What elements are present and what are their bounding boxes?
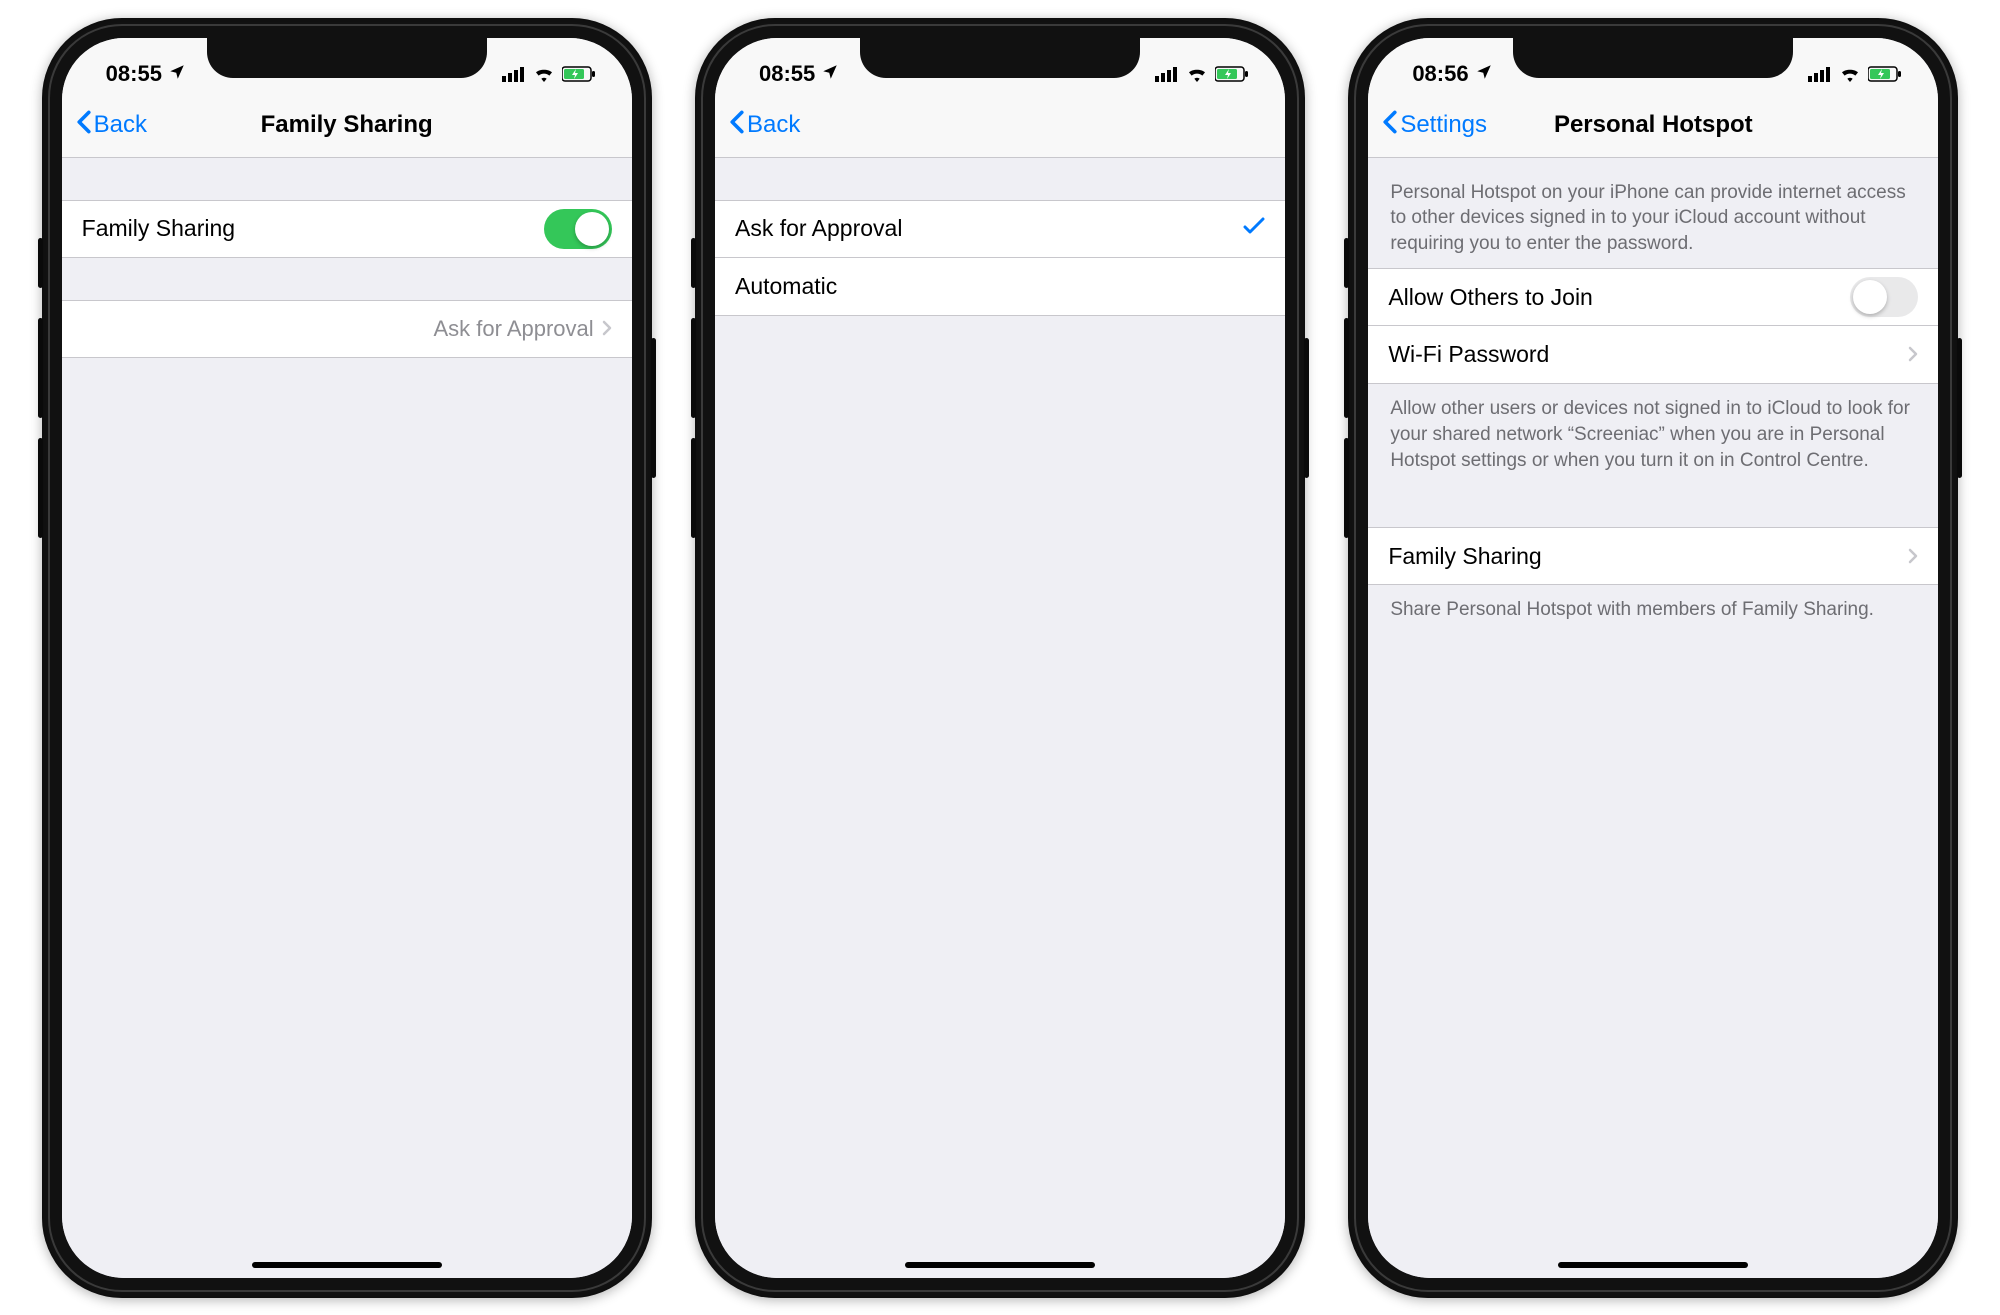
location-icon xyxy=(1475,61,1493,87)
battery-icon xyxy=(1215,66,1249,82)
chevron-left-icon xyxy=(76,110,92,141)
chevron-right-icon xyxy=(1908,543,1918,570)
ask-for-approval-option[interactable]: Ask for Approval xyxy=(715,200,1285,258)
location-icon xyxy=(168,61,186,87)
back-button[interactable]: Settings xyxy=(1382,110,1487,141)
family-sharing-row[interactable]: Family Sharing xyxy=(1368,527,1938,585)
back-button[interactable]: Back xyxy=(729,110,800,141)
cellular-icon xyxy=(1808,66,1832,82)
location-icon xyxy=(821,61,839,87)
phone-frame-3: 08:56 Settings Personal Hotspot Personal… xyxy=(1348,18,1958,1298)
nav-title: Family Sharing xyxy=(62,111,632,139)
battery-icon xyxy=(1868,66,1902,82)
back-label: Settings xyxy=(1400,111,1487,139)
notch xyxy=(207,38,487,78)
notch xyxy=(860,38,1140,78)
allow-others-row[interactable]: Allow Others to Join xyxy=(1368,268,1938,326)
cellular-icon xyxy=(1155,66,1179,82)
wifi-icon xyxy=(1186,66,1208,82)
status-time: 08:55 xyxy=(759,61,815,87)
phone-frame-2: 08:55 Back Ask for Approval xyxy=(695,18,1305,1298)
notch xyxy=(1513,38,1793,78)
home-indicator[interactable] xyxy=(252,1262,442,1268)
wifi-icon xyxy=(533,66,555,82)
row-label: Family Sharing xyxy=(1388,543,1908,570)
status-time: 08:56 xyxy=(1412,61,1468,87)
status-time: 08:55 xyxy=(106,61,162,87)
family-sharing-toggle-row[interactable]: Family Sharing xyxy=(62,200,632,258)
allow-others-toggle[interactable] xyxy=(1850,277,1918,317)
row-label: Wi-Fi Password xyxy=(1388,341,1908,368)
wifi-password-row[interactable]: Wi-Fi Password xyxy=(1368,326,1938,384)
row-label: Ask for Approval xyxy=(735,215,1243,242)
battery-icon xyxy=(562,66,596,82)
back-label: Back xyxy=(747,111,800,139)
ask-for-approval-row[interactable]: Ask for Approval xyxy=(62,300,632,358)
home-indicator[interactable] xyxy=(905,1262,1095,1268)
section-footer-text: Share Personal Hotspot with members of F… xyxy=(1368,585,1938,635)
back-label: Back xyxy=(94,111,147,139)
home-indicator[interactable] xyxy=(1558,1262,1748,1268)
chevron-right-icon xyxy=(602,315,612,342)
nav-bar: Back Family Sharing xyxy=(62,94,632,158)
nav-bar: Back xyxy=(715,94,1285,158)
chevron-left-icon xyxy=(1382,110,1398,141)
section-header-text: Personal Hotspot on your iPhone can prov… xyxy=(1368,158,1938,269)
chevron-right-icon xyxy=(1908,341,1918,368)
row-label: Allow Others to Join xyxy=(1388,284,1850,311)
row-label: Family Sharing xyxy=(82,215,544,242)
row-label: Automatic xyxy=(735,273,1265,300)
wifi-icon xyxy=(1839,66,1861,82)
cellular-icon xyxy=(502,66,526,82)
checkmark-icon xyxy=(1243,215,1265,242)
nav-bar: Settings Personal Hotspot xyxy=(1368,94,1938,158)
chevron-left-icon xyxy=(729,110,745,141)
row-value: Ask for Approval xyxy=(433,316,593,342)
automatic-option[interactable]: Automatic xyxy=(715,258,1285,316)
family-sharing-toggle[interactable] xyxy=(544,209,612,249)
section-footer-text: Allow other users or devices not signed … xyxy=(1368,384,1938,485)
phone-frame-1: 08:55 Back Famil xyxy=(42,18,652,1298)
back-button[interactable]: Back xyxy=(76,110,147,141)
